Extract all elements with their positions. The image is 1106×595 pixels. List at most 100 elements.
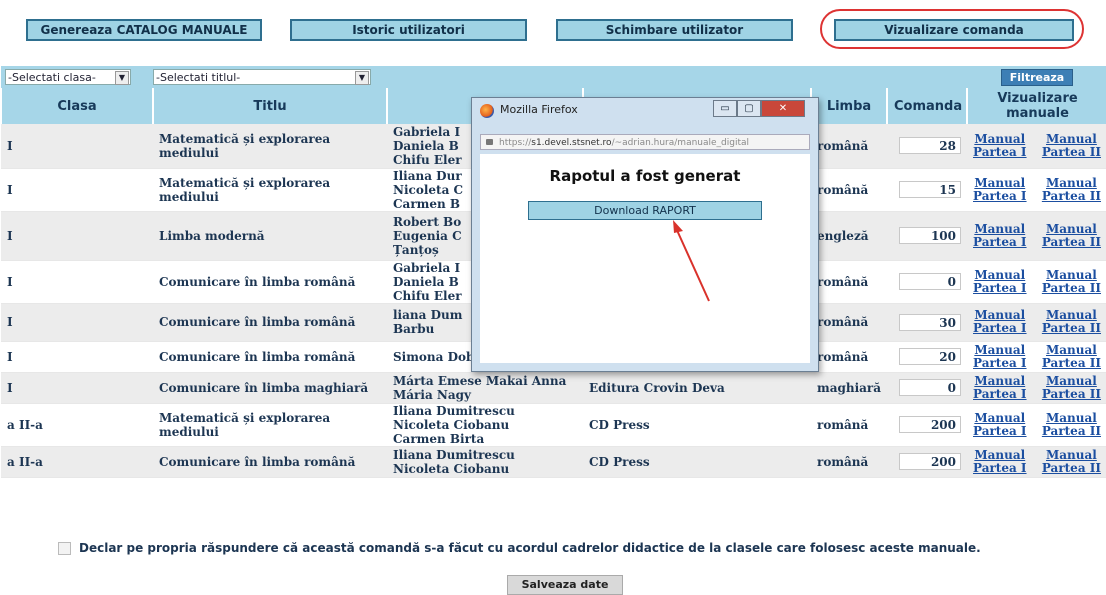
cell-title: Matematică și explorarea mediului	[153, 168, 387, 212]
cell-order: 28	[887, 124, 967, 169]
link-line: Partea II	[1041, 460, 1101, 475]
link-line: Partea II	[1041, 144, 1101, 159]
link-line: Manual	[974, 175, 1026, 190]
col-header-language[interactable]: Limba	[810, 88, 887, 124]
firefox-popup-window: Mozilla Firefox ▭ ▢ ✕ https://s1.devel.s…	[471, 97, 819, 372]
class-select-value: -Selectati clasa-	[8, 71, 96, 84]
link-line: Partea II	[1041, 321, 1101, 335]
url-prefix: https://	[499, 138, 532, 148]
manual-part2-link[interactable]: Manual Partea II	[1042, 309, 1101, 335]
link-line: Manual	[974, 131, 1026, 146]
change-user-button[interactable]: Schimbare utilizator	[556, 19, 793, 41]
popup-url-bar[interactable]: https://s1.devel.stsnet.ro/~adrian.hura/…	[480, 134, 810, 150]
link-line: Manual	[974, 267, 1026, 282]
manual-part2-link[interactable]: Manual Partea II	[1042, 221, 1101, 249]
cell-title: Comunicare în limba română	[153, 260, 387, 304]
class-select[interactable]: -Selectati clasa- ▼	[5, 69, 131, 85]
order-quantity-input[interactable]: 100	[899, 227, 961, 244]
link-line: Partea II	[1041, 423, 1101, 438]
col-header-title[interactable]: Titlu	[152, 88, 387, 124]
manual-part2-link[interactable]: Manual Partea II	[1041, 374, 1101, 401]
link-line: Manual	[1046, 410, 1097, 425]
manual-part1-link[interactable]: Manual Partea I	[973, 131, 1027, 159]
order-quantity-input[interactable]: 200	[899, 453, 961, 470]
manual-part1-link[interactable]: Manual Partea I	[973, 373, 1027, 401]
popup-title: Mozilla Firefox	[500, 103, 578, 116]
manual-part2-link[interactable]: Manual Partea II	[1041, 175, 1101, 203]
chevron-down-icon: ▼	[115, 71, 129, 85]
link-line: Manual	[1046, 131, 1097, 146]
order-quantity-input[interactable]: 28	[899, 137, 961, 155]
lock-icon	[486, 139, 493, 145]
declaration-checkbox[interactable]	[58, 542, 71, 555]
cell-class: I	[1, 260, 153, 304]
manual-part2-link[interactable]: Manual Partea II	[1041, 268, 1101, 295]
col-header-view: Vizualizare manuale	[966, 88, 1106, 124]
cell-title: Comunicare în limba română	[153, 341, 387, 373]
close-icon[interactable]: ✕	[761, 100, 805, 117]
url-domain: s1.devel.stsnet.ro	[531, 138, 612, 148]
link-line: Partea II	[1041, 386, 1101, 401]
title-select[interactable]: -Selectati titlul- ▼	[153, 69, 371, 85]
manual-part2-link[interactable]: Manual Partea II	[1041, 410, 1101, 438]
manual-part1-link[interactable]: Manual Partea I	[973, 175, 1027, 203]
cell-links: Manual Partea I Manual Partea II	[967, 168, 1106, 212]
manual-part1-link[interactable]: Manual Partea I	[973, 448, 1027, 475]
manual-part2-link[interactable]: Manual Partea II	[1042, 343, 1101, 370]
manual-part1-link[interactable]: Manual Partea I	[973, 342, 1027, 370]
cell-links: Manual Partea I Manual Partea II	[967, 372, 1106, 404]
user-history-button[interactable]: Istoric utilizatori	[290, 19, 527, 41]
link-line: Partea I	[973, 355, 1027, 370]
link-line: Manual	[974, 342, 1026, 357]
manual-part1-link[interactable]: Manual Partea I	[973, 309, 1027, 335]
order-quantity-input[interactable]: 20	[899, 348, 961, 365]
cell-order: 30	[887, 303, 967, 342]
link-line: Partea I	[973, 423, 1027, 438]
order-quantity-input[interactable]: 15	[899, 181, 961, 198]
generate-catalog-button[interactable]: Genereaza CATALOG MANUALE	[26, 19, 262, 41]
cell-language: română	[811, 168, 887, 212]
popup-titlebar[interactable]: Mozilla Firefox ▭ ▢ ✕	[472, 98, 818, 124]
col-header-order[interactable]: Comanda	[886, 88, 967, 124]
cell-links: Manual Partea I Manual Partea II	[967, 446, 1106, 478]
link-line: Partea I	[973, 234, 1027, 249]
link-line: Partea I	[973, 188, 1027, 203]
link-line: Manual	[974, 308, 1026, 322]
link-line: Partea II	[1041, 280, 1101, 295]
cell-links: Manual Partea I Manual Partea II	[967, 341, 1106, 373]
download-report-button[interactable]: Download RAPORT	[528, 201, 762, 220]
cell-links: Manual Partea I Manual Partea II	[967, 303, 1106, 342]
url-path: /~adrian.hura/manuale_digital	[611, 138, 750, 148]
order-quantity-input[interactable]: 30	[899, 313, 961, 331]
cell-language: română	[811, 341, 887, 373]
manual-part1-link[interactable]: Manual Partea I	[973, 267, 1027, 295]
cell-links: Manual Partea I Manual Partea II	[967, 124, 1106, 169]
cell-links: Manual Partea I Manual Partea II	[967, 403, 1106, 447]
manual-part2-link[interactable]: Manual Partea II	[1041, 448, 1101, 475]
link-line: Manual	[1046, 175, 1097, 190]
manual-part1-link[interactable]: Manual Partea I	[973, 222, 1027, 249]
cell-title: Comunicare în limba română	[153, 446, 387, 478]
save-button[interactable]: Salveaza date	[507, 575, 623, 595]
cell-authors: Márta Emese Makai Anna Mária Nagy	[387, 372, 583, 404]
cell-links: Manual Partea I Manual Partea II	[967, 260, 1106, 304]
order-quantity-input[interactable]: 0	[899, 379, 961, 396]
cell-publisher: CD Press	[583, 403, 811, 447]
cell-class: a II-a	[1, 446, 153, 478]
minimize-icon[interactable]: ▭	[713, 100, 737, 117]
maximize-icon[interactable]: ▢	[737, 100, 761, 117]
order-quantity-input[interactable]: 200	[899, 416, 961, 433]
link-line: Manual	[1046, 221, 1097, 236]
link-line: Partea II	[1041, 188, 1101, 203]
manual-part1-link[interactable]: Manual Partea I	[973, 411, 1027, 438]
filter-button[interactable]: Filtreaza	[1000, 68, 1074, 86]
col-header-class[interactable]: Clasa	[0, 88, 153, 124]
manual-part2-link[interactable]: Manual Partea II	[1041, 131, 1101, 159]
cell-class: a II-a	[1, 403, 153, 447]
chevron-down-icon: ▼	[355, 71, 369, 85]
link-line: Manual	[974, 373, 1026, 388]
cell-order: 15	[887, 168, 967, 212]
order-quantity-input[interactable]: 0	[899, 273, 961, 290]
cell-class: I	[1, 124, 153, 169]
cell-links: Manual Partea I Manual Partea II	[967, 211, 1106, 261]
